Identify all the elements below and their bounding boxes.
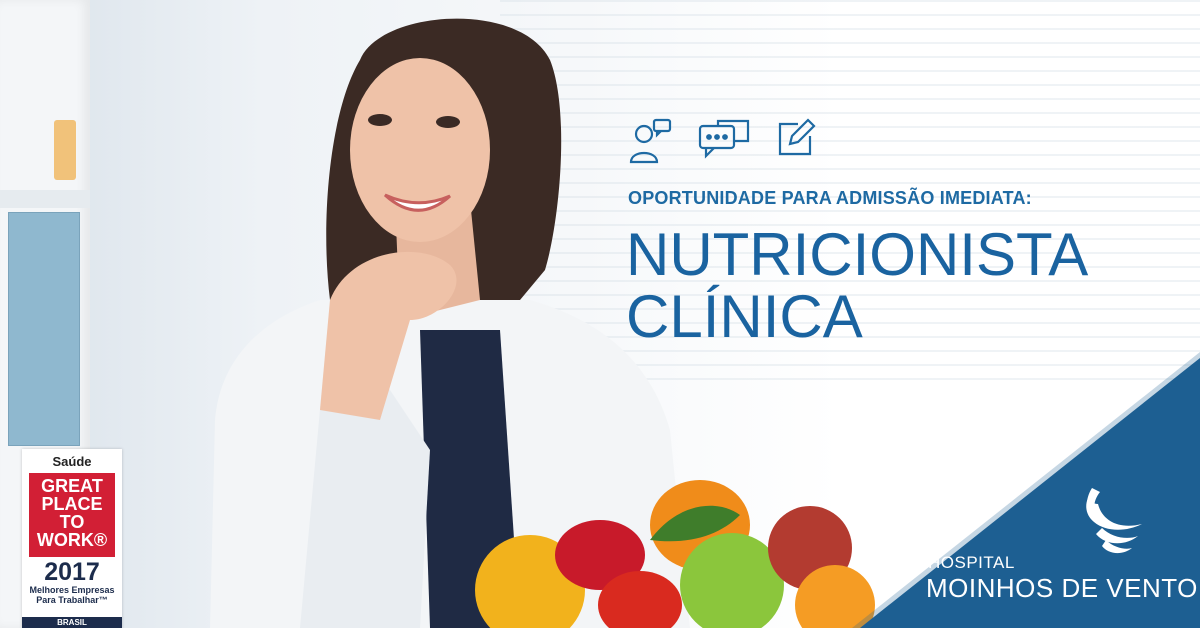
job-title-line1: NUTRICIONISTA (626, 221, 1089, 288)
badge-caption2: Para Trabalhar™ (36, 595, 108, 605)
great-place-to-work-badge: Saúde GREAT PLACE TO WORK® 2017 Melhores… (22, 449, 122, 628)
right-eye (436, 116, 460, 128)
badge-line3: TO (59, 512, 85, 532)
job-opportunity-subtitle: OPORTUNIDADE PARA ADMISSÃO IMEDIATA: (628, 188, 1032, 208)
badge-year: 2017 (44, 558, 100, 586)
logo-name-text: MOINHOS DE VENTO (926, 573, 1198, 603)
badge-line2: PLACE (41, 494, 103, 514)
job-title: NUTRICIONISTA CLÍNICA (626, 224, 1088, 348)
badge-sector: Saúde (52, 454, 92, 469)
badge-red-box: GREAT PLACE TO WORK® (29, 473, 115, 557)
job-title-line2: CLÍNICA (626, 283, 863, 350)
chat-bubbles-icon (698, 118, 750, 169)
edit-note-icon (776, 118, 816, 169)
hospital-logo-mark (1086, 488, 1142, 554)
face (350, 58, 490, 242)
badge-caption1: Melhores Empresas (29, 585, 115, 595)
badge-line1: GREAT (41, 476, 103, 496)
badge-country: BRASIL (22, 617, 122, 628)
user-chat-icon (628, 118, 672, 169)
icon-row (628, 118, 816, 169)
hero-banner: OPORTUNIDADE PARA ADMISSÃO IMEDIATA: NUT… (0, 0, 1200, 628)
logo-hospital-text: HOSPITAL (928, 553, 1015, 572)
badge-line4: WORK® (36, 530, 108, 550)
left-eye (368, 114, 392, 126)
